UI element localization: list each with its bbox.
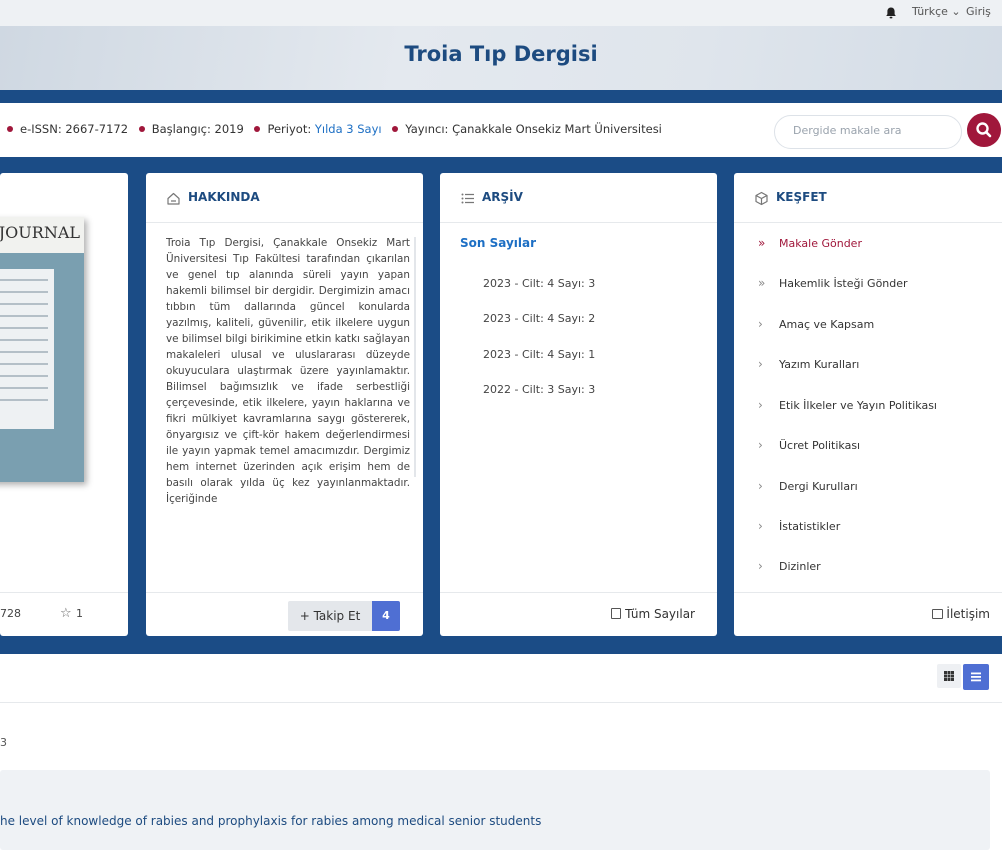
explore-heading: KEŞFET	[776, 190, 827, 204]
list-view-icon	[971, 672, 981, 682]
period-link[interactable]: Yılda 3 Sayı	[315, 122, 382, 136]
explore-item-author-guidelines[interactable]: › Yazım Kuralları	[734, 345, 1002, 385]
journal-header: Troia Tıp Dergisi	[0, 26, 1002, 90]
about-card: HAKKINDA Troia Tıp Dergisi, Çanakkale On…	[146, 173, 423, 636]
star-icon[interactable]: ☆	[60, 606, 72, 621]
explore-item-label: Amaç ve Kapsam	[779, 318, 875, 331]
search-box	[774, 115, 962, 149]
issn-value: 2667-7172	[65, 122, 129, 136]
publisher-label: Yayıncı:	[405, 122, 449, 136]
list-view-button[interactable]	[963, 664, 989, 690]
explore-item-reviewer-request[interactable]: » Hakemlik İsteği Gönder	[734, 264, 1002, 304]
chevron-right-icon: ›	[758, 519, 763, 533]
issn-label: e-ISSN:	[20, 122, 62, 136]
explore-card: KEŞFET » Makale Gönder » Hakemlik İsteği G…	[734, 173, 1002, 636]
explore-item-boards[interactable]: › Dergi Kurulları	[734, 467, 1002, 507]
archive-issue-link[interactable]: 2023 - Cilt: 4 Sayı: 3	[483, 277, 595, 290]
double-chevron-right-icon: »	[758, 276, 766, 290]
period-label: Periyot:	[267, 122, 312, 136]
about-text: Troia Tıp Dergisi, Çanakkale Onsekiz Mar…	[166, 237, 410, 505]
chevron-right-icon: ›	[758, 398, 763, 412]
bullet-dot	[138, 126, 145, 132]
contact-link[interactable]: İletişim	[932, 607, 990, 621]
contact-label: İletişim	[946, 607, 990, 621]
archive-box-icon	[611, 608, 622, 619]
cover-header: AL JOURNAL	[0, 217, 84, 253]
archive-issue-link[interactable]: 2023 - Cilt: 4 Sayı: 2	[483, 312, 595, 325]
about-card-footer: + Takip Et 4	[146, 592, 423, 636]
chevron-right-icon: ›	[758, 317, 763, 331]
grid-icon	[944, 671, 954, 681]
cover-title-text: AL JOURNAL	[0, 223, 80, 242]
double-chevron-right-icon: »	[758, 236, 766, 250]
explore-item-label: Makale Gönder	[779, 237, 862, 250]
article-list-item: he level of knowledge of rabies and prop…	[0, 770, 990, 850]
explore-card-footer: İletişim	[734, 592, 1002, 636]
view-count: 728	[0, 607, 21, 620]
about-scrollbar[interactable]	[414, 237, 416, 477]
journal-meta: e-ISSN: 2667-7172 Başlangıç: 2019 Periyo…	[0, 122, 662, 136]
cover-contents-page	[0, 269, 54, 429]
chevron-right-icon: ›	[758, 357, 763, 371]
follow-button[interactable]: + Takip Et	[288, 601, 372, 631]
explore-item-label: Ücret Politikası	[779, 439, 861, 452]
language-selector[interactable]: Türkçe ⌄	[912, 5, 961, 18]
article-title-link[interactable]: he level of knowledge of rabies and prop…	[0, 814, 541, 828]
archive-heading: ARŞİV	[482, 190, 523, 204]
explore-item-label: Etik İlkeler ve Yayın Politikası	[779, 399, 937, 412]
bell-icon[interactable]	[884, 6, 898, 20]
archive-card-footer: Tüm Sayılar	[440, 592, 717, 636]
chevron-right-icon: ›	[758, 559, 763, 573]
journal-info-bar: e-ISSN: 2667-7172 Başlangıç: 2019 Periyo…	[0, 103, 1002, 157]
explore-item-label: Dizinler	[779, 560, 821, 573]
explore-item-submit-article[interactable]: » Makale Gönder	[734, 224, 1002, 264]
explore-item-indexes[interactable]: › Dizinler	[734, 547, 1002, 587]
grid-view-button[interactable]	[937, 664, 961, 688]
recent-issues-label: Son Sayılar	[460, 236, 537, 250]
explore-item-label: Yazım Kuralları	[779, 358, 860, 371]
search-button[interactable]	[967, 113, 1001, 147]
about-card-header: HAKKINDA	[146, 173, 423, 223]
about-heading: HAKKINDA	[188, 190, 260, 204]
explore-item-label: Hakemlik İsteği Gönder	[779, 277, 908, 290]
cover-card-footer: 728 ☆ 1	[0, 592, 128, 636]
explore-item-fee-policy[interactable]: › Ücret Politikası	[734, 426, 1002, 466]
start-value: 2019	[214, 122, 244, 136]
explore-item-ethics-policy[interactable]: › Etik İlkeler ve Yayın Politikası	[734, 386, 1002, 426]
explore-item-statistics[interactable]: › İstatistikler	[734, 507, 1002, 547]
publisher-value[interactable]: Çanakkale Onsekiz Mart Üniversitesi	[452, 122, 662, 136]
contact-icon	[932, 609, 944, 619]
explore-item-aims-scope[interactable]: › Amaç ve Kapsam	[734, 305, 1002, 345]
archive-card: ARŞİV Son Sayılar 2023 - Cilt: 4 Sayı: 3…	[440, 173, 717, 636]
favorite-count: 1	[76, 607, 83, 620]
search-input[interactable]	[793, 124, 943, 137]
chevron-right-icon: ›	[758, 479, 763, 493]
start-label: Başlangıç:	[151, 122, 211, 136]
explore-item-label: İstatistikler	[779, 520, 841, 533]
bullet-dot	[254, 126, 261, 132]
cube-icon	[755, 191, 768, 206]
journal-cover-image[interactable]: AL JOURNAL	[0, 217, 84, 482]
journal-title: Troia Tıp Dergisi	[404, 42, 598, 66]
explore-card-header: KEŞFET	[734, 173, 1002, 223]
all-issues-label: Tüm Sayılar	[625, 607, 695, 621]
archive-issue-link[interactable]: 2023 - Cilt: 4 Sayı: 1	[483, 348, 595, 361]
archive-card-header: ARŞİV	[440, 173, 717, 223]
search-icon	[976, 122, 992, 138]
bullet-dot	[7, 126, 13, 132]
cover-card: AL JOURNAL 728 ☆ 1	[0, 173, 128, 636]
login-link[interactable]: Giriş	[966, 5, 991, 18]
chevron-right-icon: ›	[758, 438, 763, 452]
home-icon	[167, 192, 180, 205]
list-icon	[461, 193, 474, 204]
section-divider	[0, 702, 1002, 703]
top-bar: Türkçe ⌄ Giriş	[0, 0, 1002, 26]
issue-label: 3	[0, 736, 7, 749]
bullet-dot	[392, 126, 399, 132]
explore-item-label: Dergi Kurulları	[779, 480, 858, 493]
follower-count-badge: 4	[372, 601, 400, 631]
all-issues-link[interactable]: Tüm Sayılar	[611, 607, 695, 621]
archive-issue-link[interactable]: 2022 - Cilt: 3 Sayı: 3	[483, 383, 595, 396]
